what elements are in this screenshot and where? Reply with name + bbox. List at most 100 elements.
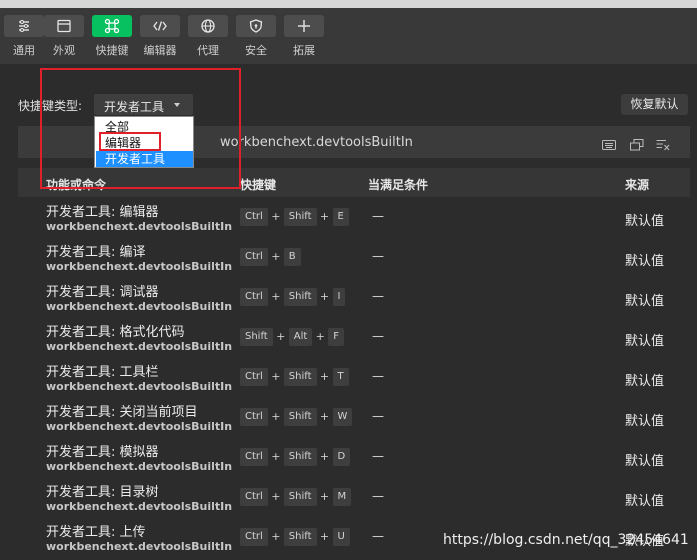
header-shortcut: 快捷键 bbox=[240, 178, 277, 192]
source-value: 默认值 bbox=[625, 294, 665, 309]
keycap: E bbox=[332, 208, 349, 226]
shortcut-keys[interactable]: Ctrl + Shift + E bbox=[240, 208, 349, 226]
key-separator: + bbox=[319, 410, 330, 423]
settings-toolbar: 通用 外观 快捷键 编辑器 代理 安全 拓展 bbox=[0, 8, 697, 64]
command-id: workbenchext.devtoolsBuiltIn.t... bbox=[46, 220, 232, 233]
globe-icon bbox=[188, 15, 228, 37]
shortcut-keys[interactable]: Ctrl + Shift + D bbox=[240, 448, 351, 466]
table-row[interactable]: 开发者工具: 关闭当前项目 workbenchext.devtoolsBuiltI… bbox=[18, 398, 690, 438]
condition-value: — bbox=[372, 409, 384, 423]
command-key-icon bbox=[92, 15, 132, 37]
tab-extensions[interactable]: 拓展 bbox=[284, 15, 324, 63]
annotation-box-editor bbox=[99, 132, 161, 151]
source-value: 默认值 bbox=[625, 414, 665, 429]
command-title: 开发者工具: 调试器 bbox=[46, 285, 159, 300]
command-title: 开发者工具: 工具栏 bbox=[46, 365, 159, 380]
clear-filter-icon[interactable] bbox=[656, 136, 670, 155]
condition-value: — bbox=[372, 209, 384, 223]
table-row[interactable]: 开发者工具: 调试器workbenchext.devtoolsBuiltIn.t… bbox=[18, 278, 690, 318]
window-top-strip bbox=[0, 0, 697, 8]
keyboard-icon[interactable] bbox=[602, 136, 616, 155]
command-title: 开发者工具: 目录树 bbox=[46, 485, 159, 500]
tab-editor[interactable]: 编辑器 bbox=[140, 15, 180, 63]
keycap: Shift bbox=[283, 368, 317, 386]
keycap: F bbox=[328, 328, 345, 346]
keycap: Ctrl bbox=[240, 448, 268, 466]
code-brackets-icon bbox=[140, 15, 180, 37]
plus-icon bbox=[284, 15, 324, 37]
command-id: workbenchext.devtoolsBuiltIn.t... bbox=[46, 500, 232, 513]
table-row[interactable]: 开发者工具: 模拟器workbenchext.devtoolsBuiltIn.t… bbox=[18, 438, 690, 478]
watermark: https://blog.csdn.net/qq_32454641 bbox=[443, 532, 689, 548]
condition-value: — bbox=[372, 529, 384, 543]
filter-text: workbenchext.devtoolsBuiltIn bbox=[220, 135, 413, 150]
key-separator: + bbox=[319, 210, 330, 223]
table-row[interactable]: 开发者工具: 目录树workbenchext.devtoolsBuiltIn.t… bbox=[18, 478, 690, 518]
command-id: workbenchext.devtoolsBuiltIn.t... bbox=[46, 300, 232, 313]
shortcut-keys[interactable]: Shift + Alt + F bbox=[240, 328, 345, 346]
table-row[interactable]: 开发者工具: 编辑器workbenchext.devtoolsBuiltIn.t… bbox=[18, 198, 690, 238]
keycap: Alt bbox=[288, 328, 313, 346]
shortcut-keys[interactable]: Ctrl + B bbox=[240, 248, 301, 266]
window-layout-icon bbox=[44, 15, 84, 37]
tab-proxy[interactable]: 代理 bbox=[188, 15, 228, 63]
keycap: T bbox=[332, 368, 349, 386]
keycap: Ctrl bbox=[240, 528, 268, 546]
keycap: U bbox=[332, 528, 350, 546]
header-source: 来源 bbox=[625, 178, 650, 192]
condition-value: — bbox=[372, 449, 384, 463]
shortcut-keys[interactable]: Ctrl + Shift + T bbox=[240, 368, 349, 386]
keycap: Shift bbox=[283, 408, 317, 426]
copy-settings-icon[interactable] bbox=[630, 136, 644, 155]
key-separator: + bbox=[319, 530, 330, 543]
list-settings-icon bbox=[4, 15, 44, 37]
source-value: 默认值 bbox=[625, 334, 665, 349]
command-title: 开发者工具: 编译 bbox=[46, 245, 146, 260]
condition-value: — bbox=[372, 329, 384, 343]
keycap: I bbox=[332, 288, 346, 306]
key-separator: + bbox=[319, 290, 330, 303]
keycap: Shift bbox=[283, 288, 317, 306]
key-separator: + bbox=[271, 410, 281, 423]
tab-security[interactable]: 安全 bbox=[236, 15, 276, 63]
header-condition: 当满足条件 bbox=[368, 178, 429, 192]
key-separator: + bbox=[271, 290, 281, 303]
shortcut-keys[interactable]: Ctrl + Shift + U bbox=[240, 528, 350, 546]
keycap: D bbox=[332, 448, 351, 466]
keycap: Ctrl bbox=[240, 408, 268, 426]
tab-shortcuts[interactable]: 快捷键 bbox=[92, 15, 132, 63]
keycap: Ctrl bbox=[240, 208, 268, 226]
source-value: 默认值 bbox=[625, 214, 665, 229]
key-separator: + bbox=[271, 210, 281, 223]
keycap: M bbox=[332, 488, 352, 506]
command-title: 开发者工具: 关闭当前项目 bbox=[46, 405, 198, 420]
keycap: Shift bbox=[283, 208, 317, 226]
shortcut-keys[interactable]: Ctrl + Shift + I bbox=[240, 288, 346, 306]
key-separator: + bbox=[315, 330, 325, 343]
keycap: Ctrl bbox=[240, 248, 268, 266]
shortcut-keys[interactable]: Ctrl + Shift + M bbox=[240, 488, 352, 506]
keycap: Shift bbox=[283, 488, 317, 506]
key-separator: + bbox=[271, 250, 281, 263]
keycap: Ctrl bbox=[240, 288, 268, 306]
command-title: 开发者工具: 格式化代码 bbox=[46, 325, 185, 340]
keycap: Shift bbox=[283, 528, 317, 546]
shortcut-keys[interactable]: Ctrl + Shift + W bbox=[240, 408, 353, 426]
key-separator: + bbox=[271, 490, 281, 503]
source-value: 默认值 bbox=[625, 454, 665, 469]
tab-appearance[interactable]: 外观 bbox=[44, 15, 84, 63]
reset-defaults-button[interactable]: 恢复默认 bbox=[621, 94, 688, 115]
keycap: Ctrl bbox=[240, 488, 268, 506]
table-row[interactable]: 开发者工具: 格式化代码 workbenchext.devtoolsBuiltIn… bbox=[18, 318, 690, 358]
keycap: Ctrl bbox=[240, 368, 268, 386]
table-row[interactable]: 开发者工具: 工具栏workbenchext.devtoolsBuiltIn.t… bbox=[18, 358, 690, 398]
command-title: 开发者工具: 模拟器 bbox=[46, 445, 159, 460]
command-id: workbenchext.devtoolsBuiltIn.u... bbox=[46, 540, 232, 553]
table-row[interactable]: 开发者工具: 编译workbenchext.devtoolsBuiltIn.r.… bbox=[18, 238, 690, 278]
shield-icon bbox=[236, 15, 276, 37]
source-value: 默认值 bbox=[625, 494, 665, 509]
annotation-box bbox=[40, 68, 241, 189]
source-value: 默认值 bbox=[625, 374, 665, 389]
keycap: W bbox=[332, 408, 353, 426]
condition-value: — bbox=[372, 489, 384, 503]
